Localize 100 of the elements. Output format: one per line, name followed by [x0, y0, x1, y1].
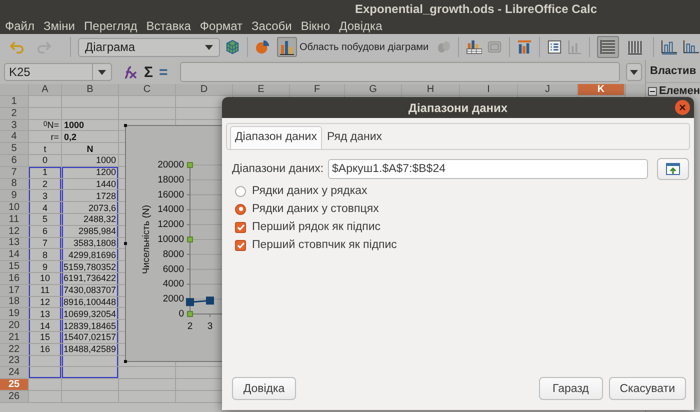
row-header[interactable]: 9 — [0, 190, 29, 202]
table-cell — [29, 379, 62, 391]
row-header[interactable]: 11 — [0, 214, 29, 226]
grid-cube-icon[interactable] — [224, 39, 240, 55]
axis-tick-label: 18000 — [158, 174, 184, 186]
selection-handle[interactable] — [124, 124, 127, 127]
axis-tick-label: 10000 — [158, 234, 184, 245]
row-header[interactable]: 8 — [0, 178, 29, 190]
menu-item[interactable]: Формат — [200, 18, 243, 32]
table-cell: 8 — [29, 249, 62, 262]
row-header[interactable]: 24 — [0, 367, 29, 380]
collapse-icon[interactable] — [648, 86, 657, 96]
row-header[interactable]: 14 — [0, 249, 29, 262]
formula-button[interactable]: = — [159, 64, 168, 80]
option-label[interactable]: Перший рядок як підпис — [252, 221, 380, 233]
row-header[interactable]: 23 — [0, 356, 29, 368]
help-button[interactable]: Довідка — [232, 377, 296, 400]
radio-button[interactable] — [235, 204, 246, 214]
row-header[interactable]: 6 — [0, 154, 29, 167]
row-header[interactable]: 18 — [0, 296, 29, 308]
row-header[interactable]: 20 — [0, 320, 29, 332]
column-header[interactable]: A — [29, 84, 62, 96]
selection-handle[interactable] — [124, 360, 127, 363]
row-header[interactable]: 16 — [0, 272, 29, 285]
menu-item[interactable]: Перегляд — [84, 18, 138, 32]
row-header[interactable]: 5 — [0, 143, 29, 155]
checkbox[interactable] — [235, 222, 246, 232]
radio-button[interactable] — [235, 186, 246, 196]
option-label[interactable]: Рядки даних у рядках — [252, 185, 368, 197]
data-point — [186, 298, 194, 306]
cancel-button[interactable]: Скасувати — [608, 377, 686, 400]
row-header[interactable]: 4 — [0, 131, 29, 144]
row-header[interactable]: 7 — [0, 166, 29, 179]
column-header[interactable]: G — [345, 84, 402, 96]
name-box[interactable]: K25 — [4, 63, 112, 81]
menu-item[interactable]: Файл — [5, 18, 35, 32]
row-header[interactable]: 22 — [0, 344, 29, 356]
axis-tick-label: 20000 — [158, 160, 184, 170]
axis-handle-drawing[interactable] — [187, 162, 193, 317]
row-header[interactable]: 13 — [0, 238, 29, 250]
axis-tick-label: 14000 — [158, 204, 184, 216]
horizontal-lines-icon — [600, 39, 616, 55]
data-table-icon[interactable] — [466, 39, 482, 55]
row-header[interactable]: 10 — [0, 202, 29, 214]
column-chart-icon[interactable] — [683, 39, 700, 55]
legend-icon[interactable] — [547, 39, 562, 55]
formula-input-field[interactable] — [180, 62, 620, 82]
menu-item[interactable]: Вставка — [146, 18, 191, 32]
chart-element-dropdown[interactable]: Діаграма — [78, 38, 220, 56]
menu-item[interactable]: Засоби — [252, 18, 292, 32]
option-label[interactable]: Рядки даних у стовпцях — [252, 203, 379, 215]
data-range-field[interactable]: $Аркуш1.$A$7:$B$24 — [328, 159, 648, 179]
column-header[interactable]: D — [176, 84, 233, 96]
chart-type-icon[interactable] — [517, 39, 532, 55]
column-header[interactable]: B — [62, 84, 119, 96]
row-header[interactable]: 21 — [0, 332, 29, 344]
table-cell: 1 — [29, 166, 62, 179]
plot-area-button[interactable]: Область побудови діаграми — [274, 35, 431, 59]
column-header[interactable]: K — [578, 84, 625, 96]
function-wizard-icon[interactable] — [122, 64, 138, 80]
checkbox[interactable] — [235, 240, 246, 250]
row-header[interactable]: 12 — [0, 226, 29, 238]
row-header[interactable]: 15 — [0, 261, 29, 273]
menu-item[interactable]: Зміни — [44, 18, 76, 32]
dialog-tab[interactable]: Ряд даних — [322, 126, 388, 149]
column-chart-icon[interactable] — [661, 39, 678, 55]
caret-icon — [630, 70, 638, 74]
table-cell: 10 — [29, 272, 62, 285]
column-header[interactable]: E — [233, 84, 290, 96]
column-header[interactable]: F — [290, 84, 345, 96]
row-header[interactable]: 19 — [0, 308, 29, 320]
row-header[interactable]: 3 — [0, 120, 29, 132]
option-label[interactable]: Перший стовпчик як підпис — [252, 239, 397, 251]
selection-handle[interactable] — [124, 242, 127, 245]
column-header[interactable]: C — [119, 84, 176, 96]
table-cell: 2985,984 — [62, 226, 119, 238]
close-button[interactable] — [675, 100, 690, 115]
range-select-button[interactable] — [657, 158, 689, 180]
ok-button[interactable]: Гаразд — [538, 377, 603, 400]
menu-item[interactable]: Довідка — [339, 18, 382, 32]
table-cell: 4 — [29, 202, 62, 214]
sum-button[interactable]: Σ — [144, 64, 154, 80]
column-header[interactable]: I — [460, 84, 518, 96]
row-header[interactable]: 17 — [0, 284, 29, 297]
row-header[interactable]: 26 — [0, 390, 29, 403]
chart-frame[interactable] — [125, 125, 223, 362]
row-header[interactable]: 1 — [0, 96, 29, 108]
column-header[interactable]: J — [518, 84, 578, 96]
row-header[interactable]: 25 — [0, 379, 29, 391]
horizontal-grid-button[interactable] — [597, 36, 620, 58]
table-cell: 1440 — [62, 178, 119, 190]
menu-item[interactable]: Вікно — [300, 18, 330, 32]
radio-dot-icon — [238, 207, 242, 211]
row-header[interactable]: 2 — [0, 108, 29, 120]
dialog-tab[interactable]: Діапазон даних — [230, 126, 322, 149]
pie-chart-icon[interactable] — [254, 39, 270, 55]
table-cell: 3583,1808 — [62, 238, 119, 250]
column-header[interactable]: H — [402, 84, 460, 96]
expand-button[interactable] — [626, 63, 642, 81]
section-title[interactable]: Елемен — [658, 85, 700, 97]
